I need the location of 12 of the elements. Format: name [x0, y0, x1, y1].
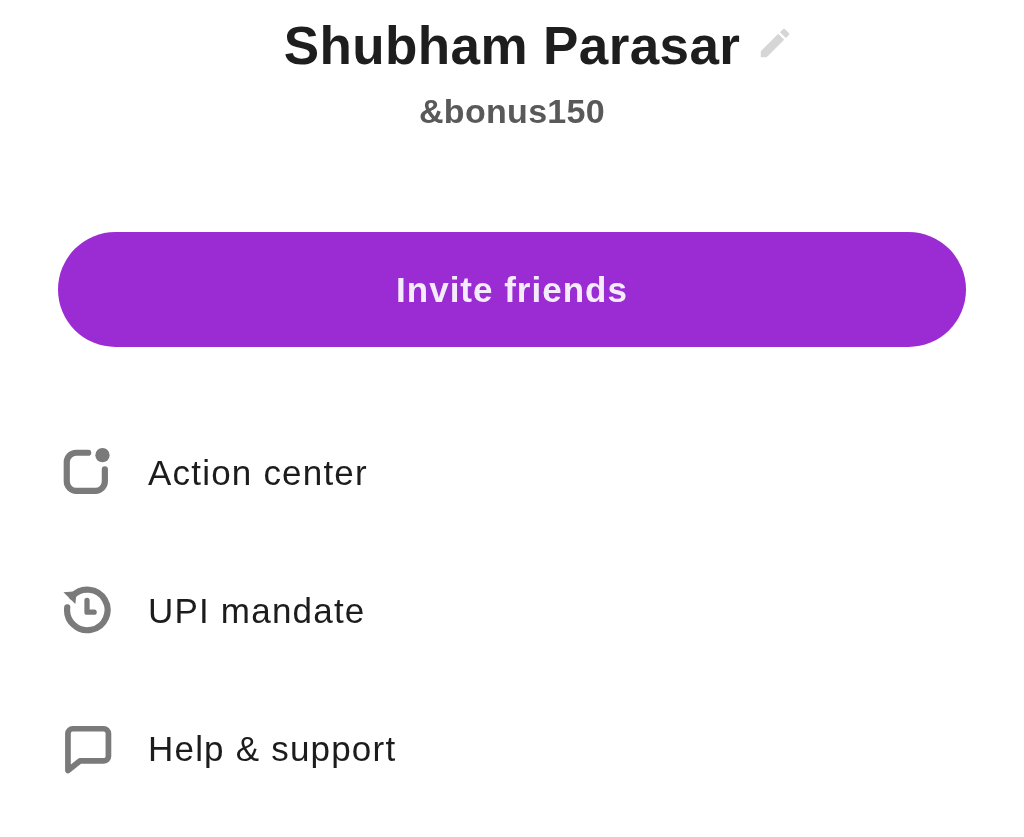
edit-icon[interactable]: [760, 28, 791, 58]
menu-item-label: Help & support: [148, 729, 397, 769]
chat-bubble-icon: [62, 724, 112, 774]
menu-item[interactable]: UPI mandate: [58, 557, 366, 665]
clock-refresh-icon: [62, 586, 112, 636]
user-handle: &bonus150: [419, 91, 605, 131]
profile-name: Shubham Parasar: [283, 16, 741, 76]
menu-item-label: UPI mandate: [148, 591, 366, 631]
invite-friends-button[interactable]: Invite friends: [58, 232, 966, 347]
menu-item-label: Action center: [148, 453, 368, 493]
menu-item[interactable]: Help & support: [58, 695, 397, 803]
menu-item[interactable]: Action center: [58, 419, 368, 527]
